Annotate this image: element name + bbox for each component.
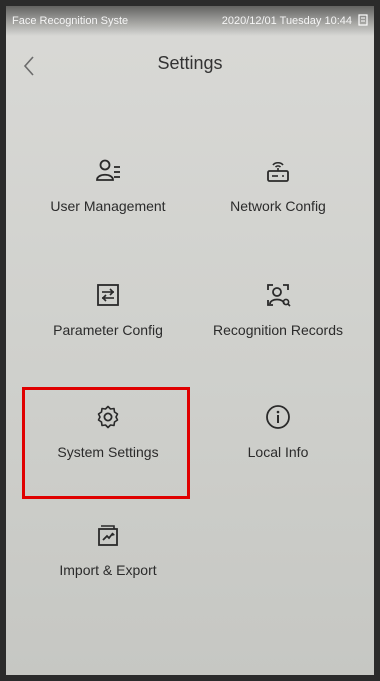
import-export-icon (95, 522, 121, 548)
menu-item-local-info[interactable]: Local Info (188, 404, 368, 514)
page-title: Settings (157, 53, 223, 73)
menu-item-network-config[interactable]: Network Config (188, 158, 368, 268)
info-icon (265, 404, 291, 430)
device-screen: Face Recognition Syste 2020/12/01 Tuesda… (6, 6, 374, 675)
date-time: 2020/12/01 Tuesday 10:44 (221, 15, 352, 27)
menu-item-label: Recognition Records (213, 322, 343, 338)
menu-item-import-export[interactable]: Import & Export (18, 522, 198, 632)
router-icon (265, 158, 291, 184)
menu-item-parameter-config[interactable]: Parameter Config (18, 282, 198, 392)
menu-item-label: User Management (50, 198, 166, 214)
status-bar: Face Recognition Syste 2020/12/01 Tuesda… (6, 6, 374, 36)
menu-item-label: Network Config (230, 198, 326, 214)
selection-highlight (22, 387, 190, 499)
storage-icon (358, 14, 368, 26)
parameter-icon (95, 282, 121, 308)
menu-item-recognition-records[interactable]: Recognition Records (188, 282, 368, 392)
face-scan-icon (265, 282, 291, 308)
user-list-icon (95, 158, 121, 184)
menu-item-label: Parameter Config (53, 322, 163, 338)
app-name: Face Recognition Syste (12, 15, 129, 27)
menu-item-user-management[interactable]: User Management (18, 158, 198, 268)
menu-item-label: Local Info (247, 444, 309, 460)
menu-item-label: Import & Export (59, 562, 157, 578)
